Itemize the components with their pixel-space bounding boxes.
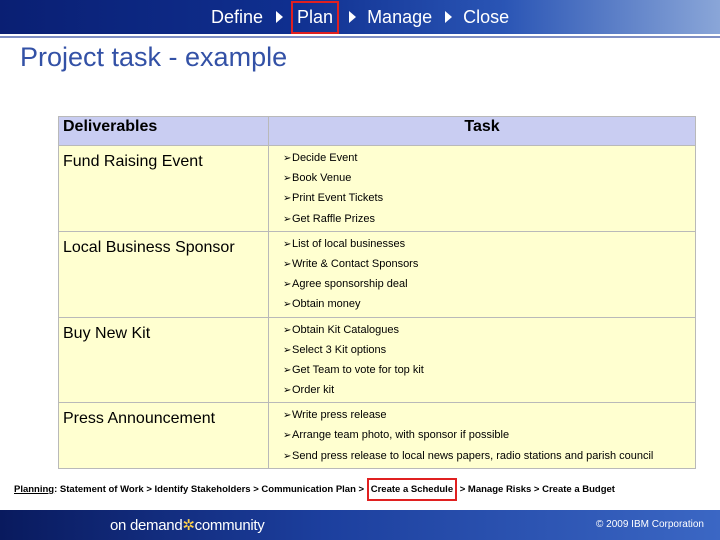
arrow-bullet-icon: ➢	[283, 364, 292, 376]
arrow-bullet-icon: ➢	[283, 279, 292, 291]
arrow-right-icon	[349, 11, 357, 23]
deliverable-cell: Buy New Kit	[58, 316, 269, 404]
table-row: Local Business Sponsor ➢List of local bu…	[58, 230, 696, 318]
arrow-bullet-icon: ➢	[283, 385, 292, 397]
arrow-bullet-icon: ➢	[283, 410, 292, 422]
task-item: ➢Get Team to vote for top kit	[283, 360, 695, 380]
table-header-row: Deliverables Task	[58, 116, 696, 146]
step-close: Close	[463, 6, 510, 27]
arrow-bullet-icon: ➢	[283, 153, 292, 164]
deliverable-cell: Local Business Sponsor	[58, 230, 269, 318]
table-row: Fund Raising Event ➢Decide Event ➢Book V…	[58, 145, 696, 232]
header-task: Task	[268, 116, 696, 146]
arrow-bullet-icon: ➢	[283, 450, 292, 462]
table-row: Press Announcement ➢Write press release …	[58, 402, 696, 469]
task-cell: ➢List of local businesses ➢Write & Conta…	[268, 230, 696, 318]
arrow-bullet-icon: ➢	[283, 258, 292, 270]
task-item: ➢List of local businesses	[283, 234, 695, 254]
task-item: ➢Agree sponsorship deal	[283, 274, 695, 294]
arrow-bullet-icon: ➢	[283, 173, 292, 185]
planning-steps-after: > Manage Risks > Create a Budget	[459, 484, 615, 495]
step-plan: Plan	[291, 0, 340, 34]
top-navigation-bar: Define Plan Manage Close	[0, 0, 720, 34]
footer-bar: on demand✲community © 2009 IBM Corporati…	[0, 510, 720, 540]
arrow-bullet-icon: ➢	[283, 238, 292, 250]
page-title: Project task - example	[20, 42, 288, 72]
task-item: ➢Write & Contact Sponsors	[283, 254, 695, 274]
arrow-bullet-icon: ➢	[283, 324, 292, 336]
copyright-text: © 2009 IBM Corporation	[596, 519, 704, 530]
task-item: ➢Obtain Kit Catalogues	[283, 320, 695, 340]
arrow-bullet-icon: ➢	[283, 299, 292, 311]
arrow-right-icon	[445, 11, 453, 23]
on-demand-community-logo: on demand✲community	[110, 517, 265, 534]
highlighted-step: Create a Schedule	[366, 478, 458, 501]
task-item: ➢Obtain money	[283, 294, 695, 314]
process-steps-nav: Define Plan Manage Close	[208, 0, 512, 34]
planning-steps-line: Planning: Statement of Work > Identify S…	[14, 478, 714, 501]
task-item: ➢Decide Event	[283, 148, 695, 168]
header-deliverables: Deliverables	[58, 116, 269, 146]
arrow-bullet-icon: ➢	[283, 344, 292, 356]
task-item: ➢Select 3 Kit options	[283, 340, 695, 360]
task-item: ➢Book Venue	[283, 168, 695, 188]
deliverable-cell: Fund Raising Event	[58, 145, 269, 232]
task-item: ➢Print Event Tickets	[283, 188, 695, 208]
task-item: ➢Send press release to local news papers…	[283, 446, 695, 466]
arrow-right-icon	[276, 11, 284, 23]
task-cell: ➢Write press release ➢Arrange team photo…	[268, 402, 696, 469]
title-divider	[0, 36, 720, 38]
deliverable-cell: Press Announcement	[58, 402, 269, 469]
task-item: ➢Write press release	[283, 405, 695, 425]
task-item: ➢Get Raffle Prizes	[283, 209, 695, 229]
task-item: ➢Order kit	[283, 380, 695, 400]
task-cell: ➢Decide Event ➢Book Venue ➢Print Event T…	[268, 145, 696, 232]
planning-steps-before: : Statement of Work > Identify Stakehold…	[54, 484, 365, 495]
table-row: Buy New Kit ➢Obtain Kit Catalogues ➢Sele…	[58, 316, 696, 404]
step-define: Define	[211, 6, 264, 27]
task-cell: ➢Obtain Kit Catalogues ➢Select 3 Kit opt…	[268, 316, 696, 404]
arrow-bullet-icon: ➢	[283, 213, 292, 225]
arrow-bullet-icon: ➢	[283, 193, 292, 205]
arrow-bullet-icon: ➢	[283, 430, 292, 442]
task-item: ➢Arrange team photo, with sponsor if pos…	[283, 425, 695, 445]
step-manage: Manage	[367, 6, 433, 27]
logo-dot-icon: ✲	[182, 517, 195, 534]
deliverables-task-table: Deliverables Task Fund Raising Event ➢De…	[58, 116, 696, 469]
planning-label: Planning	[14, 484, 55, 495]
